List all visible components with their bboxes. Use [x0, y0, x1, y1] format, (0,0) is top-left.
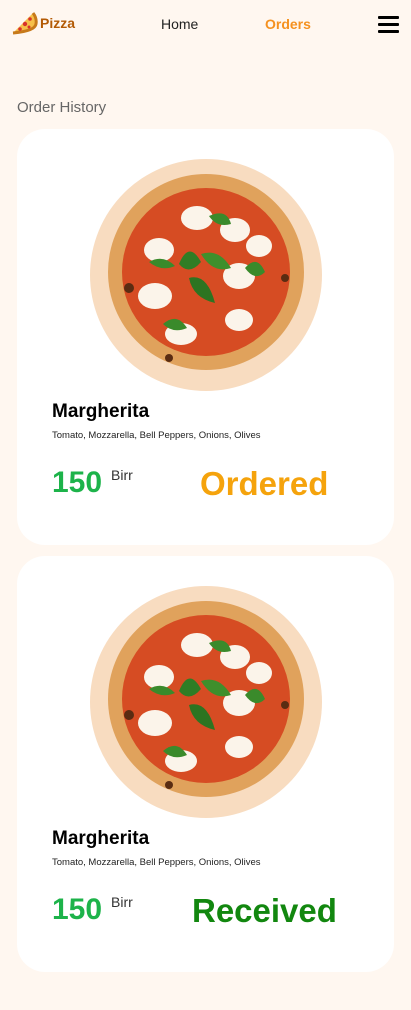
pizza-ingredients: Tomato, Mozzarella, Bell Peppers, Onions…	[52, 857, 261, 868]
nav-home-link[interactable]: Home	[161, 16, 198, 32]
logo[interactable]: Pizza	[10, 10, 75, 36]
pizza-image	[90, 586, 322, 818]
pizza-name: Margherita	[52, 401, 150, 422]
price-currency: Birr	[111, 894, 133, 910]
pizza-name: Margherita	[52, 828, 150, 849]
navbar: Pizza Home Orders	[0, 0, 411, 48]
page-title: Order History	[17, 99, 107, 116]
price-value: 150	[52, 893, 103, 926]
price-currency: Birr	[111, 467, 133, 483]
order-card: Margherita Tomato, Mozzarella, Bell Pepp…	[17, 556, 394, 972]
hamburger-menu-icon[interactable]	[378, 16, 399, 33]
pizza-ingredients: Tomato, Mozzarella, Bell Peppers, Onions…	[52, 430, 261, 441]
pizza-slice-logo-icon	[12, 12, 38, 35]
price-value: 150	[52, 466, 103, 499]
pizza-image	[90, 159, 322, 391]
order-card: Margherita Tomato, Mozzarella, Bell Pepp…	[17, 129, 394, 545]
status-label: Ordered	[200, 465, 329, 502]
logo-text: Pizza	[40, 15, 76, 31]
status-label: Received	[192, 892, 337, 929]
nav-orders-link[interactable]: Orders	[265, 16, 311, 32]
